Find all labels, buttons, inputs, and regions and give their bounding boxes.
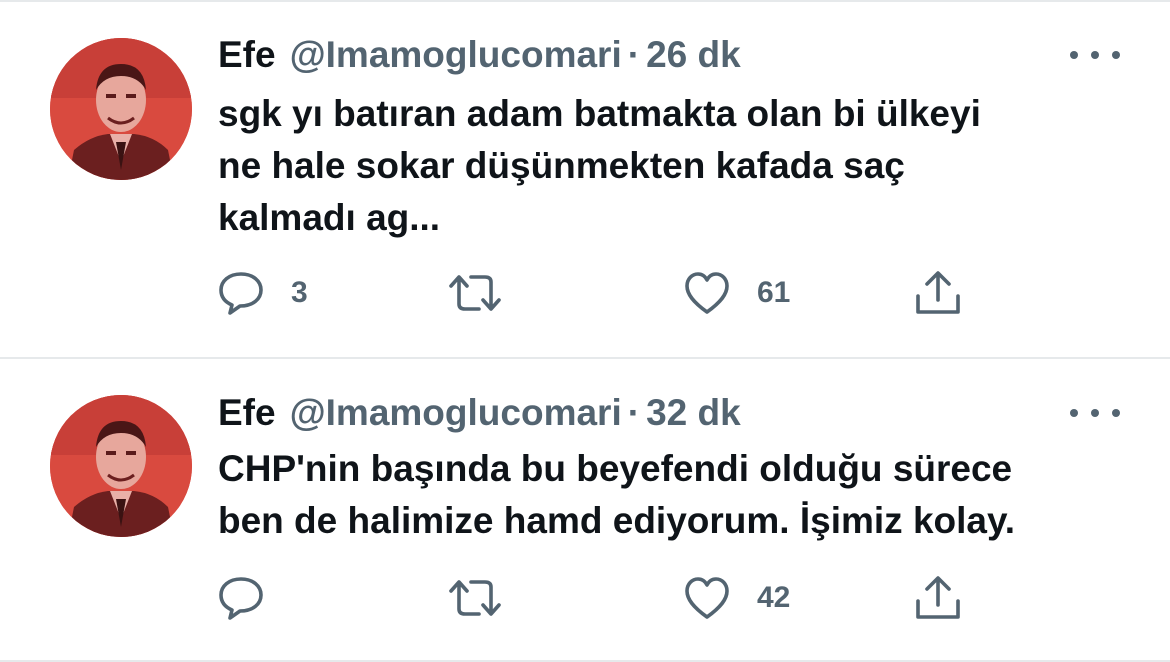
retweet-button[interactable] — [445, 270, 531, 316]
tweet-text-line: sgk yı batıran adam batmakta olan bi ülk… — [218, 93, 981, 134]
retweet-button[interactable] — [445, 575, 531, 621]
retweet-icon — [445, 575, 505, 621]
more-dot — [1112, 409, 1120, 417]
reply-icon — [217, 575, 265, 621]
more-dot — [1070, 51, 1078, 59]
author-handle[interactable]: @Imamoglucomari — [290, 389, 622, 437]
reply-count: 3 — [291, 276, 308, 309]
like-count: 42 — [757, 581, 791, 614]
timestamp[interactable]: 32 dk — [646, 389, 741, 437]
like-button[interactable]: 42 — [683, 575, 790, 621]
heart-icon — [683, 270, 731, 316]
more-dot — [1091, 51, 1099, 59]
tweet-text-line: CHP'nin başında bu beyefendi olduğu süre… — [218, 448, 1013, 489]
avatar[interactable] — [50, 395, 192, 537]
share-button[interactable] — [913, 575, 963, 621]
tweet-text: sgk yı batıran adam batmakta olan bi ülk… — [218, 88, 1138, 244]
more-dot — [1112, 51, 1120, 59]
separator-dot: · — [627, 392, 641, 433]
tweet-text-line: ben de halimize hamd ediyorum. İşimiz ko… — [218, 500, 1016, 541]
tweet-header: Efe @Imamoglucomari · 26 dk — [218, 31, 741, 79]
share-icon — [913, 575, 963, 621]
separator-dot: · — [627, 34, 641, 75]
share-icon — [913, 270, 963, 316]
heart-icon — [683, 575, 731, 621]
share-button[interactable] — [913, 270, 963, 316]
tweet-text-line: ne hale sokar düşünmekten kafada saç — [218, 145, 905, 186]
author-name[interactable]: Efe — [218, 389, 276, 437]
more-dot — [1091, 409, 1099, 417]
author-handle[interactable]: @Imamoglucomari — [290, 31, 622, 79]
tweet-text: CHP'nin başında bu beyefendi olduğu süre… — [218, 443, 1138, 547]
reply-icon — [217, 270, 265, 316]
more-icon[interactable] — [1070, 40, 1120, 70]
like-button[interactable]: 61 — [683, 270, 790, 316]
tweet-header: Efe @Imamoglucomari · 32 dk — [218, 389, 741, 437]
author-name[interactable]: Efe — [218, 31, 276, 79]
avatar[interactable] — [50, 38, 192, 180]
tweet-card[interactable]: Efe @Imamoglucomari · 26 dk sgk yı batır… — [0, 0, 1170, 357]
retweet-icon — [445, 270, 505, 316]
like-count: 61 — [757, 276, 791, 309]
timestamp[interactable]: 26 dk — [646, 31, 741, 79]
tweet-text-line: kalmadı ag... — [218, 197, 441, 238]
more-icon[interactable] — [1070, 398, 1120, 428]
reply-button[interactable] — [217, 575, 291, 621]
more-dot — [1070, 409, 1078, 417]
reply-button[interactable]: 3 — [217, 270, 308, 316]
tweet-card[interactable]: Efe @Imamoglucomari · 32 dk CHP'nin başı… — [0, 359, 1170, 662]
